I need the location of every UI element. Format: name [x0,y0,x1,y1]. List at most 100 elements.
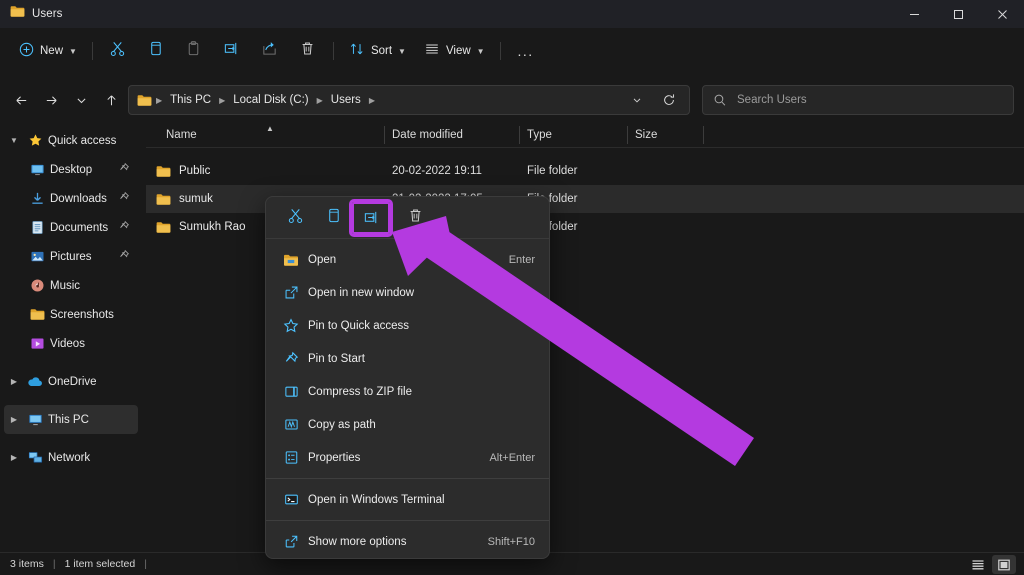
pin-icon[interactable] [118,190,130,208]
chevron-right-icon[interactable]: ▶ [4,453,24,462]
sidebar-item-label: Videos [50,337,85,350]
column-divider[interactable] [627,126,628,144]
paste-button[interactable] [175,36,213,66]
delete-button[interactable] [289,36,327,66]
breadcrumb-dropdown-button[interactable] [625,86,649,114]
sidebar-item-network[interactable]: ▶ Network [4,443,138,472]
sidebar-item-this-pc[interactable]: ▶ This PC [4,405,138,434]
picture-icon [26,249,48,264]
pin-icon[interactable] [118,161,130,179]
window-controls [892,0,1024,28]
column-headers: Name ▲ Date modified Type Size [146,122,1024,148]
network-icon [24,450,46,465]
sort-ascending-icon: ▲ [266,124,274,133]
recent-locations-button[interactable] [66,86,96,114]
chevron-right-icon[interactable]: ▶ [4,377,24,386]
selection-label: 1 item selected [64,558,136,570]
cut-button[interactable] [99,36,137,66]
back-button[interactable] [6,86,36,114]
column-divider[interactable] [703,126,704,144]
chevron-down-icon: ▼ [69,47,77,56]
context-menu-toolbar [266,197,549,239]
sort-button[interactable]: Sort ▼ [340,36,415,66]
column-header-size[interactable]: Size [635,129,657,141]
file-name-cell: sumuk [156,193,213,206]
menu-item-show-more-options[interactable]: Show more options Shift+F10 [266,525,549,558]
table-row[interactable]: Public 20-02-2022 19:11 File folder [146,157,1024,185]
cut-button[interactable] [276,202,314,234]
large-icons-view-button[interactable] [992,555,1016,574]
terminal-icon [278,492,304,507]
window-tab[interactable]: Users [10,5,63,23]
more-options-button[interactable]: ... [507,36,545,66]
menu-item-open[interactable]: Open Enter [266,243,549,276]
sidebar-item-downloads[interactable]: Downloads [4,184,138,213]
sidebar-item-music[interactable]: Music [4,271,138,300]
sidebar-item-screenshots[interactable]: Screenshots [4,300,138,329]
video-icon [26,336,48,351]
sidebar-item-documents[interactable]: Documents [4,213,138,242]
sidebar-item-videos[interactable]: Videos [4,329,138,358]
new-window-icon [278,285,304,300]
breadcrumb-item-1[interactable]: Local Disk (C:) [229,92,312,108]
column-divider[interactable] [519,126,520,144]
sidebar-item-quick-access[interactable]: ▼ Quick access [4,126,138,155]
copy-path-icon [278,417,304,432]
rename-button[interactable] [349,198,393,237]
title-bar: Users [0,0,1024,28]
new-button[interactable]: New ▼ [10,36,86,66]
share-button[interactable] [251,36,289,66]
copy-button[interactable] [137,36,175,66]
sidebar-item-label: Desktop [50,163,93,176]
view-button[interactable]: View ▼ [415,36,494,66]
details-view-button[interactable] [966,555,990,574]
chevron-down-icon: ▼ [476,47,485,56]
breadcrumb[interactable]: ▶ This PC ▶ Local Disk (C:) ▶ Users ▶ [128,85,690,115]
chevron-right-icon[interactable]: ▶ [4,415,24,424]
forward-button[interactable] [36,86,66,114]
delete-button[interactable] [396,202,434,234]
up-button[interactable] [96,86,126,114]
breadcrumb-separator: ▶ [156,95,163,105]
navigation-pane: ▼ Quick access Desktop Downloads Documen… [0,122,142,552]
menu-item-properties[interactable]: Properties Alt+Enter [266,441,549,474]
column-header-date-modified[interactable]: Date modified [392,129,463,141]
menu-item-label: Pin to Start [308,352,365,365]
sidebar-item-onedrive[interactable]: ▶ OneDrive [4,367,138,396]
column-header-type[interactable]: Type [527,129,552,141]
pin-icon [278,351,304,367]
menu-item-open-in-new-window[interactable]: Open in new window [266,276,549,309]
pin-icon[interactable] [118,219,130,237]
download-icon [26,191,48,206]
chevron-down-icon: ▼ [398,47,406,56]
menu-item-compress-to-zip[interactable]: Compress to ZIP file [266,375,549,408]
toolbar-divider [91,41,93,60]
refresh-button[interactable] [657,86,681,114]
sidebar-item-desktop[interactable]: Desktop [4,155,138,184]
breadcrumb-item-0[interactable]: This PC [166,92,215,108]
sidebar-item-pictures[interactable]: Pictures [4,242,138,271]
folder-icon [156,165,171,178]
sidebar-item-label: Downloads [50,192,107,205]
menu-item-pin-to-quick-access[interactable]: Pin to Quick access [266,309,549,342]
menu-item-open-in-windows-terminal[interactable]: Open in Windows Terminal [266,483,549,516]
minimize-button[interactable] [892,0,936,28]
menu-item-accelerator: Enter [508,253,535,266]
menu-item-pin-to-start[interactable]: Pin to Start [266,342,549,375]
rename-button[interactable] [213,36,251,66]
pin-icon[interactable] [118,248,130,266]
chevron-down-icon[interactable]: ▼ [4,136,24,145]
folder-icon [137,94,152,107]
menu-item-copy-as-path[interactable]: Copy as path [266,408,549,441]
column-header-name[interactable]: Name [166,129,197,141]
column-divider[interactable] [384,126,385,144]
close-button[interactable] [980,0,1024,28]
copy-button[interactable] [314,202,352,234]
search-box[interactable]: Search Users [702,85,1014,115]
sidebar-item-label: Documents [50,221,109,234]
search-input[interactable]: Search Users [737,94,807,106]
maximize-button[interactable] [936,0,980,28]
breadcrumb-item-2[interactable]: Users [327,92,365,108]
cloud-icon [24,375,46,388]
folder-open-icon [278,253,304,267]
